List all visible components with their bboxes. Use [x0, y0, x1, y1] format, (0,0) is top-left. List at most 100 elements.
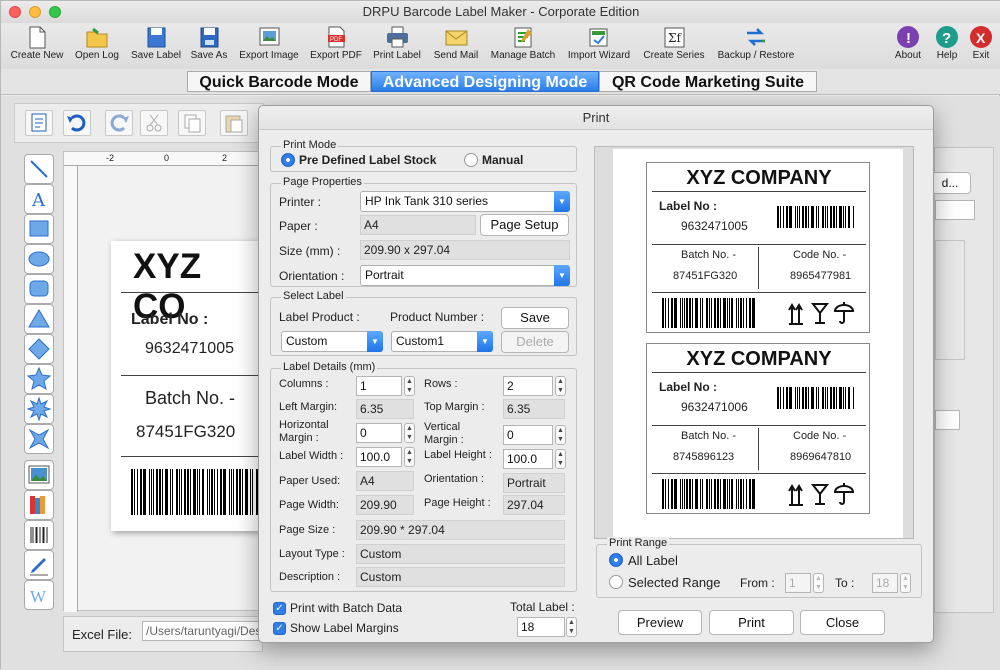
properties-tool[interactable]	[25, 110, 53, 136]
horizontal-margin-label: Horizontal	[279, 419, 329, 431]
ellipse-tool[interactable]	[24, 244, 54, 274]
print-label-button[interactable]: Print Label	[369, 25, 425, 61]
total-label-stepper[interactable]: ▲ ▼	[566, 617, 577, 637]
rounded-rectangle-tool[interactable]	[24, 274, 54, 304]
columns-input[interactable]: 1	[356, 376, 402, 396]
show-margins-checkbox[interactable]: ✓	[273, 622, 286, 635]
to-input[interactable]: 18	[872, 573, 898, 593]
page-width-label: Page Width:	[279, 499, 339, 511]
export-image-button[interactable]: Export Image	[235, 25, 303, 61]
four-point-star-tool[interactable]	[24, 424, 54, 454]
zoom-window-control[interactable]	[49, 6, 61, 18]
burst-tool[interactable]	[24, 394, 54, 424]
preview-button[interactable]: Preview	[618, 610, 702, 635]
create-new-button[interactable]: Create New	[7, 25, 67, 61]
help-button[interactable]: ? Help	[931, 25, 963, 61]
copy-button[interactable]	[178, 110, 206, 136]
create-series-button[interactable]: Σf Create Series	[639, 25, 709, 61]
barcode-tool[interactable]	[24, 520, 54, 550]
panel-button[interactable]: d...	[929, 172, 971, 194]
help-icon: ?	[936, 26, 958, 48]
print-with-batch-checkbox[interactable]: ✓	[273, 602, 286, 615]
total-label-input[interactable]: 18	[517, 617, 565, 637]
orientation-select[interactable]: Portrait ▼	[360, 265, 570, 286]
send-mail-button[interactable]: Send Mail	[429, 25, 483, 61]
text-tool[interactable]: A	[24, 184, 54, 214]
label-no-value: 9632471005	[145, 340, 234, 357]
predefined-label: Pre Defined Label Stock	[299, 153, 437, 167]
panel-input[interactable]	[935, 200, 975, 220]
import-wizard-button[interactable]: Import Wizard	[563, 25, 635, 61]
tab-quick-barcode-mode[interactable]: Quick Barcode Mode	[187, 71, 371, 92]
svg-text:!: !	[906, 30, 911, 47]
watermark-tool[interactable]: W	[24, 580, 54, 610]
label-width-stepper[interactable]: ▲ ▼	[404, 447, 415, 467]
label-height-input[interactable]: 100.0	[503, 449, 553, 469]
tab-qr-code-marketing-suite[interactable]: QR Code Marketing Suite	[599, 71, 817, 92]
app-window: DRPU Barcode Label Maker - Corporate Edi…	[0, 0, 1000, 670]
export-pdf-button[interactable]: PDF Export PDF	[307, 25, 365, 61]
predefined-radio[interactable]	[281, 153, 295, 167]
save-label-button[interactable]: Save Label	[127, 25, 185, 61]
printer-select[interactable]: HP Ink Tank 310 series ▼	[360, 191, 570, 212]
save-button[interactable]: Save	[501, 307, 569, 329]
about-button[interactable]: ! About	[890, 25, 926, 61]
vertical-margin-stepper[interactable]: ▲ ▼	[555, 425, 566, 445]
tab-advanced-designing-mode[interactable]: Advanced Designing Mode	[371, 71, 599, 92]
label-product-select[interactable]: Custom ▼	[281, 331, 383, 352]
print-mode-title: Print Mode	[281, 139, 339, 151]
description-label: Description :	[279, 571, 341, 583]
to-label: To :	[835, 576, 855, 590]
triangle-tool[interactable]	[24, 304, 54, 334]
preview-company-name: XYZ COMPANY	[686, 348, 832, 370]
rows-stepper[interactable]: ▲ ▼	[555, 376, 566, 396]
image-tool[interactable]	[24, 460, 54, 490]
label-height-stepper[interactable]: ▲ ▼	[555, 449, 566, 469]
rectangle-tool[interactable]	[24, 214, 54, 244]
from-input[interactable]: 1	[785, 573, 811, 593]
manual-radio[interactable]	[464, 153, 478, 167]
open-log-button[interactable]: Open Log	[71, 25, 123, 61]
vertical-margin-input[interactable]: 0	[503, 425, 553, 445]
redo-button[interactable]	[105, 110, 133, 136]
save-as-button[interactable]: Save As	[187, 25, 231, 61]
from-stepper[interactable]: ▲ ▼	[813, 573, 824, 593]
paste-button[interactable]	[220, 110, 248, 136]
print-button[interactable]: Print	[709, 610, 794, 635]
manage-batch-button[interactable]: Manage Batch	[487, 25, 559, 61]
all-label-radio[interactable]	[609, 553, 623, 567]
close-button[interactable]: Close	[800, 610, 885, 635]
exit-button[interactable]: X Exit	[966, 25, 996, 61]
page-properties-title: Page Properties	[281, 176, 364, 188]
panel-input-2[interactable]	[935, 410, 960, 430]
divider	[758, 247, 759, 289]
page-setup-button[interactable]: Page Setup	[480, 214, 569, 236]
paper-value: A4	[360, 215, 476, 235]
star-tool[interactable]	[24, 364, 54, 394]
to-stepper[interactable]: ▲ ▼	[900, 573, 911, 593]
library-tool[interactable]	[24, 490, 54, 520]
delete-button[interactable]: Delete	[501, 331, 569, 353]
minimize-window-control[interactable]	[29, 6, 41, 18]
rows-input[interactable]: 2	[503, 376, 553, 396]
signature-tool[interactable]	[24, 550, 54, 580]
preview-code-value: 8969647810	[790, 451, 852, 463]
excel-file-path[interactable]: /Users/taruntyagi/Des	[142, 621, 264, 641]
divider	[652, 372, 866, 373]
undo-button[interactable]	[63, 110, 91, 136]
label-width-input[interactable]: 100.0	[356, 447, 402, 467]
selected-range-radio[interactable]	[609, 575, 623, 589]
product-number-select[interactable]: Custom1 ▼	[391, 331, 493, 352]
columns-stepper[interactable]: ▲ ▼	[404, 376, 415, 396]
text-a-icon: A	[31, 190, 46, 211]
cut-button[interactable]	[140, 110, 168, 136]
horizontal-margin-input[interactable]: 0	[356, 423, 402, 443]
horizontal-margin-stepper[interactable]: ▲ ▼	[404, 423, 415, 443]
line-tool[interactable]	[24, 154, 54, 184]
label-design[interactable]: XYZ CO Label No : 9632471005 Batch No. -…	[111, 241, 261, 531]
print-range-group: Print Range All Label Selected Range Fro…	[596, 537, 922, 598]
diamond-tool[interactable]	[24, 334, 54, 364]
select-label-group: Select Label Label Product : Product Num…	[270, 290, 577, 356]
close-window-control[interactable]	[9, 6, 21, 18]
backup-restore-button[interactable]: Backup / Restore	[713, 25, 799, 61]
